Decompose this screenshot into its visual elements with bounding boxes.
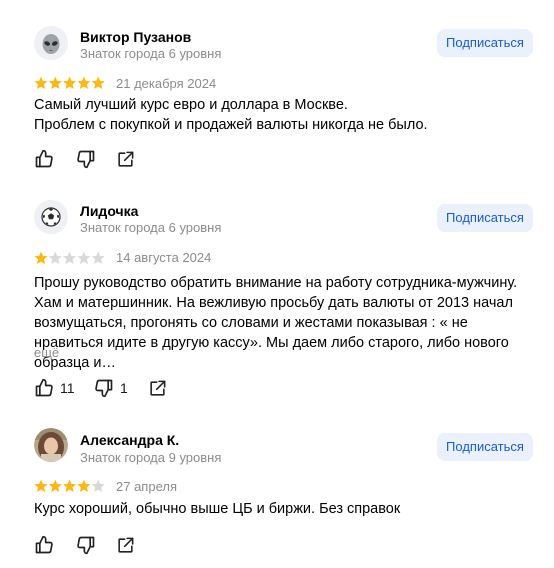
review-date: 21 декабря 2024 (116, 76, 217, 91)
star-filled-icon (63, 479, 77, 492)
read-more-link[interactable]: ещё (34, 345, 59, 360)
author-level: Знаток города 6 уровня (80, 46, 222, 61)
share-icon (118, 537, 134, 553)
star-empty-icon (91, 251, 105, 264)
avatar[interactable] (34, 428, 68, 462)
review-text: Курс хороший, обычно выше ЦБ и биржи. Бе… (34, 501, 401, 517)
subscribe-button[interactable]: Подписаться (437, 29, 533, 57)
soccer-ball-icon (34, 200, 68, 234)
thumbs-up-icon (35, 149, 53, 168)
star-empty-icon (77, 251, 91, 264)
alien-face-icon (34, 26, 68, 60)
review-date: 14 августа 2024 (116, 250, 212, 265)
star-filled-icon (77, 76, 91, 89)
star-rating (34, 251, 106, 265)
star-filled-icon (34, 76, 48, 89)
star-filled-icon (63, 76, 77, 89)
star-filled-icon (48, 76, 62, 89)
stars-graphic (34, 479, 105, 492)
star-filled-icon (91, 76, 105, 89)
star-rating (34, 479, 106, 493)
author-name[interactable]: Александра К. (80, 432, 179, 448)
stars-graphic (34, 251, 105, 264)
stars-graphic (34, 76, 105, 89)
review-date: 27 апреля (116, 479, 177, 494)
like-count: 11 (60, 380, 75, 396)
thumbs-up-icon (35, 378, 53, 397)
share-button[interactable] (116, 148, 135, 170)
share-button[interactable] (148, 377, 167, 399)
dislike-count: 1 (120, 380, 128, 396)
avatar[interactable] (34, 200, 68, 234)
review-text: Прошу руководство обратить внимание на р… (34, 275, 518, 371)
avatar[interactable] (34, 26, 68, 60)
review-text: Самый лучший курс евро и доллара в Москв… (34, 97, 428, 133)
thumbs-down-icon (77, 536, 95, 555)
dislike-button[interactable] (76, 534, 96, 556)
share-icon (118, 151, 134, 167)
dislike-button[interactable]: 1 (94, 377, 128, 399)
review-card: Виктор Пузанов Знаток города 6 уровня По… (0, 0, 554, 190)
review-card: Александра К. Знаток города 9 уровня Под… (0, 400, 554, 568)
thumbs-down-icon (95, 379, 113, 398)
star-filled-icon (34, 479, 48, 492)
author-level: Знаток города 6 уровня (80, 220, 222, 235)
star-rating (34, 76, 106, 90)
thumbs-down-icon (77, 150, 95, 169)
star-empty-icon (91, 479, 105, 492)
star-filled-icon (48, 479, 62, 492)
author-name[interactable]: Виктор Пузанов (80, 29, 191, 45)
dislike-button[interactable] (76, 148, 96, 170)
author-level: Знаток города 9 уровня (80, 450, 222, 465)
share-button[interactable] (116, 534, 135, 556)
subscribe-button[interactable]: Подписаться (437, 204, 533, 232)
subscribe-button[interactable]: Подписаться (437, 433, 533, 461)
thumbs-up-icon (35, 535, 53, 554)
user-photo-avatar (34, 428, 68, 462)
star-empty-icon (63, 251, 77, 264)
star-empty-icon (48, 251, 62, 264)
star-filled-icon (34, 251, 48, 264)
star-filled-icon (77, 479, 91, 492)
author-name[interactable]: Лидочка (80, 203, 138, 219)
review-card: Лидочка Знаток города 6 уровня Подписать… (0, 190, 554, 400)
share-icon (150, 380, 166, 396)
like-button[interactable] (34, 148, 54, 170)
like-button[interactable] (34, 534, 54, 556)
like-button[interactable]: 11 (34, 377, 75, 399)
